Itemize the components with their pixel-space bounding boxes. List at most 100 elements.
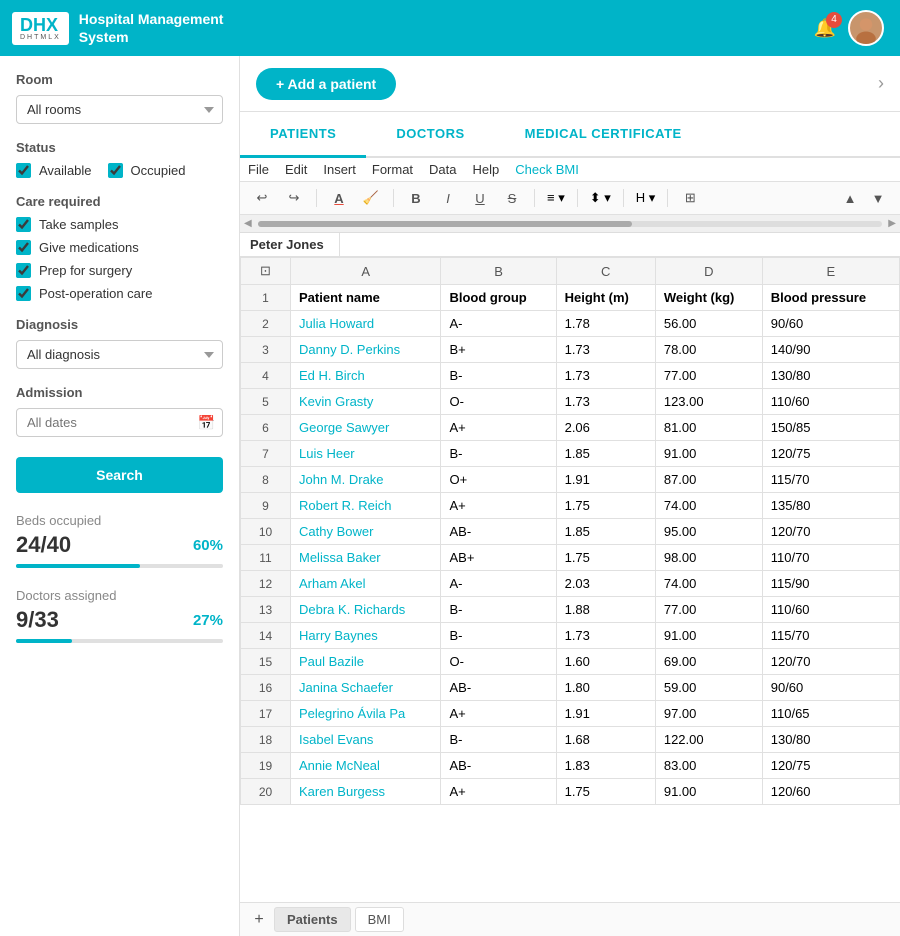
height-cell[interactable]: 1.73 [556, 389, 655, 415]
weight-cell[interactable]: 56.00 [655, 311, 762, 337]
blood-group-cell[interactable]: B- [441, 363, 556, 389]
height-cell[interactable]: 1.85 [556, 519, 655, 545]
admission-date-input[interactable] [16, 408, 223, 437]
occupied-checkbox-row[interactable]: Occupied [108, 163, 186, 178]
care-checkbox-1[interactable] [16, 240, 31, 255]
search-button[interactable]: Search [16, 457, 223, 493]
bp-cell[interactable]: 135/80 [762, 493, 899, 519]
room-select[interactable]: All rooms [16, 95, 223, 124]
scroll-right-btn[interactable]: ▶ [888, 218, 896, 229]
border-dropdown[interactable]: H ▾ [632, 188, 660, 208]
bp-cell[interactable]: 140/90 [762, 337, 899, 363]
patient-name-cell[interactable]: Pelegrino Ávila Pa [291, 701, 441, 727]
weight-cell[interactable]: 74.00 [655, 571, 762, 597]
weight-cell[interactable]: 74.00 [655, 493, 762, 519]
blood-group-cell[interactable]: AB- [441, 519, 556, 545]
height-cell[interactable]: 1.75 [556, 779, 655, 805]
care-checkbox-2[interactable] [16, 263, 31, 278]
add-sheet-button[interactable]: + [248, 909, 270, 931]
blood-group-cell[interactable]: B+ [441, 337, 556, 363]
strikethrough-button[interactable]: S [498, 186, 526, 210]
scroll-down-button[interactable]: ▼ [864, 186, 892, 210]
height-cell[interactable]: 1.91 [556, 701, 655, 727]
select-all-icon[interactable]: ⊡ [249, 263, 282, 279]
bp-cell[interactable]: 130/80 [762, 727, 899, 753]
blood-group-cell[interactable]: AB- [441, 675, 556, 701]
menu-help[interactable]: Help [473, 162, 500, 177]
weight-cell[interactable]: 98.00 [655, 545, 762, 571]
blood-group-cell[interactable]: A- [441, 311, 556, 337]
care-checkbox-3[interactable] [16, 286, 31, 301]
add-patient-button[interactable]: + Add a patient [256, 68, 396, 100]
blood-group-cell[interactable]: A+ [441, 493, 556, 519]
menu-check-bmi[interactable]: Check BMI [515, 162, 579, 177]
bp-cell[interactable]: 150/85 [762, 415, 899, 441]
blood-group-cell[interactable]: O- [441, 649, 556, 675]
italic-button[interactable]: I [434, 186, 462, 210]
height-cell[interactable]: 1.75 [556, 545, 655, 571]
weight-cell[interactable]: 59.00 [655, 675, 762, 701]
weight-cell[interactable]: 77.00 [655, 363, 762, 389]
col-d-header[interactable]: Weight (kg) [655, 285, 762, 311]
menu-data[interactable]: Data [429, 162, 456, 177]
diagnosis-select[interactable]: All diagnosis [16, 340, 223, 369]
patient-name-cell[interactable]: Robert R. Reich [291, 493, 441, 519]
weight-cell[interactable]: 97.00 [655, 701, 762, 727]
blood-group-cell[interactable]: B- [441, 441, 556, 467]
bp-cell[interactable]: 120/75 [762, 753, 899, 779]
patient-name-cell[interactable]: Arham Akel [291, 571, 441, 597]
occupied-checkbox[interactable] [108, 163, 123, 178]
bold-button[interactable]: B [402, 186, 430, 210]
bp-cell[interactable]: 120/70 [762, 519, 899, 545]
bp-cell[interactable]: 120/70 [762, 649, 899, 675]
menu-insert[interactable]: Insert [323, 162, 356, 177]
weight-cell[interactable]: 83.00 [655, 753, 762, 779]
bp-cell[interactable]: 110/60 [762, 389, 899, 415]
height-cell[interactable]: 1.60 [556, 649, 655, 675]
patient-name-cell[interactable]: Janina Schaefer [291, 675, 441, 701]
menu-file[interactable]: File [248, 162, 269, 177]
tab-doctors[interactable]: DOCTORS [366, 112, 494, 158]
weight-cell[interactable]: 91.00 [655, 623, 762, 649]
align-dropdown[interactable]: ≡ ▾ [543, 188, 569, 208]
menu-format[interactable]: Format [372, 162, 413, 177]
notification-bell[interactable]: 🔔 4 [814, 18, 836, 39]
height-cell[interactable]: 1.85 [556, 441, 655, 467]
tab-medical-certificate[interactable]: MEDICAL CERTIFICATE [495, 112, 712, 158]
patient-name-cell[interactable]: Harry Baynes [291, 623, 441, 649]
bp-cell[interactable]: 120/60 [762, 779, 899, 805]
height-cell[interactable]: 1.78 [556, 311, 655, 337]
height-cell[interactable]: 1.83 [556, 753, 655, 779]
col-e-header[interactable]: Blood pressure [762, 285, 899, 311]
patient-name-cell[interactable]: Danny D. Perkins [291, 337, 441, 363]
weight-cell[interactable]: 123.00 [655, 389, 762, 415]
care-item-3[interactable]: Post-operation care [16, 286, 223, 301]
blood-group-cell[interactable]: A- [441, 571, 556, 597]
sheet-tab-bmi[interactable]: BMI [355, 907, 404, 932]
text-color-button[interactable]: A [325, 186, 353, 210]
bp-cell[interactable]: 90/60 [762, 311, 899, 337]
height-cell[interactable]: 1.80 [556, 675, 655, 701]
blood-group-cell[interactable]: O- [441, 389, 556, 415]
expand-button[interactable]: › [878, 73, 884, 94]
weight-cell[interactable]: 69.00 [655, 649, 762, 675]
patient-name-cell[interactable]: Melissa Baker [291, 545, 441, 571]
patient-name-cell[interactable]: Annie McNeal [291, 753, 441, 779]
available-checkbox-row[interactable]: Available [16, 163, 92, 178]
patient-name-cell[interactable]: Paul Bazile [291, 649, 441, 675]
height-cell[interactable]: 1.73 [556, 363, 655, 389]
blood-group-cell[interactable]: B- [441, 623, 556, 649]
bp-cell[interactable]: 115/90 [762, 571, 899, 597]
tab-patients[interactable]: PATIENTS [240, 112, 366, 158]
valign-dropdown[interactable]: ⬍ ▾ [586, 188, 615, 208]
user-avatar[interactable] [848, 10, 884, 46]
scroll-track-top[interactable] [258, 221, 883, 227]
col-a-header[interactable]: Patient name [291, 285, 441, 311]
height-cell[interactable]: 1.73 [556, 623, 655, 649]
patient-name-cell[interactable]: John M. Drake [291, 467, 441, 493]
bp-cell[interactable]: 110/60 [762, 597, 899, 623]
weight-cell[interactable]: 78.00 [655, 337, 762, 363]
patient-name-cell[interactable]: Debra K. Richards [291, 597, 441, 623]
blood-group-cell[interactable]: B- [441, 597, 556, 623]
bp-cell[interactable]: 110/70 [762, 545, 899, 571]
